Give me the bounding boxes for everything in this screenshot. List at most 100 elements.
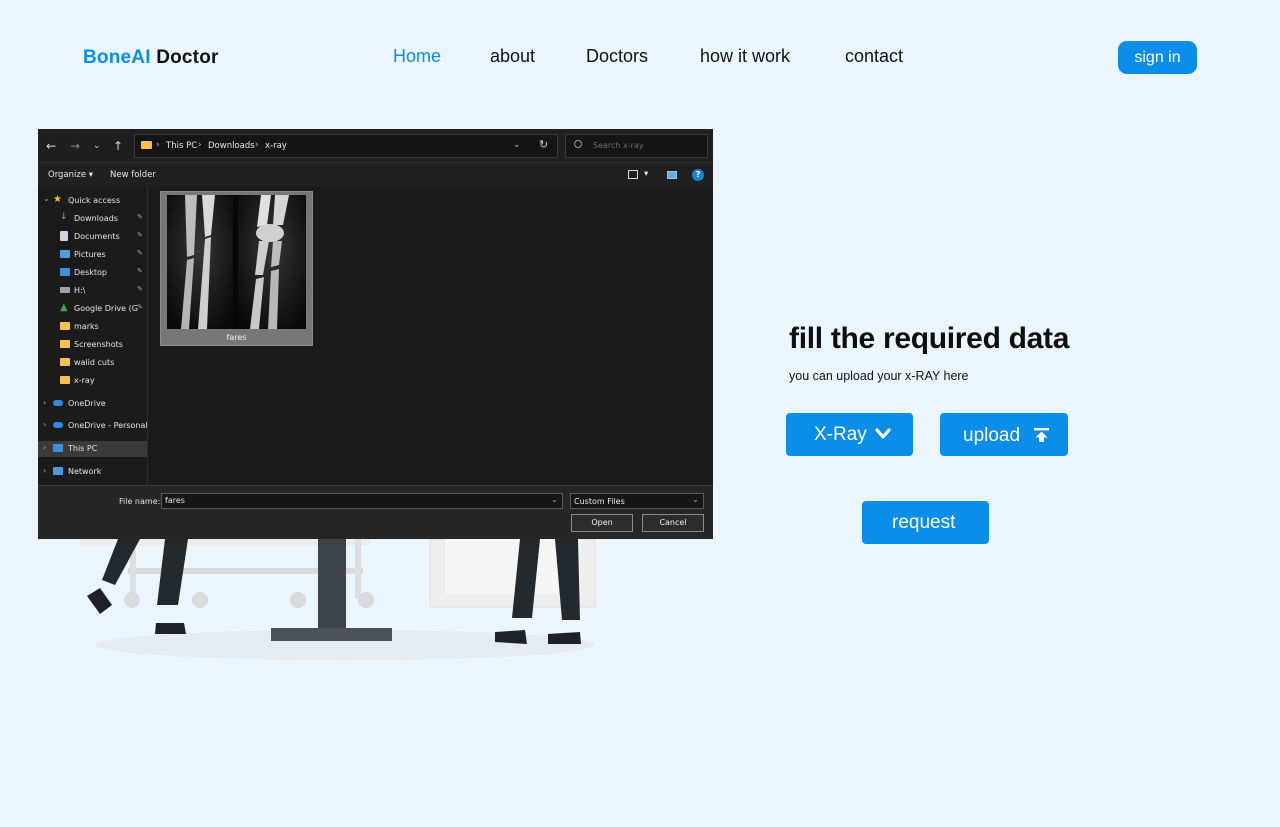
sidebar-item-onedrive-personal[interactable]: › OneDrive - Personal	[38, 418, 148, 434]
sidebar-item-h-drive[interactable]: H:\ ✎	[38, 283, 147, 299]
chevron-down-icon[interactable]: ⌄	[43, 194, 50, 203]
sidebar-label: marks	[74, 322, 99, 331]
shoe	[87, 588, 112, 614]
bed-wheel	[192, 592, 208, 608]
sidebar-item-quick-access[interactable]: ⌄ ★ Quick access	[38, 193, 147, 209]
sidebar-label: OneDrive	[68, 399, 106, 408]
request-button[interactable]: request	[862, 501, 989, 544]
pin-icon[interactable]: ✎	[137, 213, 143, 221]
refresh-icon[interactable]: ↻	[539, 138, 548, 151]
folder-icon	[141, 141, 152, 149]
chevron-down-icon[interactable]: ⌄	[551, 495, 558, 504]
pin-icon[interactable]: ✎	[137, 267, 143, 275]
view-dropdown-icon[interactable]: ▾	[644, 169, 648, 179]
xray-dropdown-button[interactable]: X-Ray	[786, 413, 913, 456]
sidebar-label: Network	[68, 467, 102, 476]
pin-icon[interactable]: ✎	[137, 231, 143, 239]
dialog-toolbar: Organize ▾ New folder ▾ ?	[38, 163, 713, 187]
upload-button[interactable]: upload	[940, 413, 1068, 456]
address-bar: ← → ⌄ ↑ › This PC › Downloads › x-ray ⌄ …	[38, 129, 713, 163]
onedrive-cloud-icon	[53, 400, 63, 406]
network-icon	[53, 467, 63, 475]
upload-label: upload	[963, 425, 1021, 446]
desktop-icon	[60, 268, 70, 276]
path-separator-icon: ›	[198, 140, 202, 150]
pictures-icon	[60, 250, 70, 258]
nav-about[interactable]: about	[490, 46, 535, 67]
nav-contact[interactable]: contact	[845, 46, 903, 67]
help-icon[interactable]: ?	[692, 169, 704, 181]
google-drive-icon: ▲	[60, 302, 68, 313]
sidebar-item-downloads[interactable]: ↓ Downloads ✎	[38, 211, 147, 227]
file-name-input[interactable]: fares ⌄	[161, 493, 563, 509]
page-title: fill the required data	[789, 322, 1070, 355]
chevron-right-icon[interactable]: ›	[43, 443, 46, 452]
forward-arrow-icon[interactable]: →	[70, 139, 80, 153]
path-x-ray[interactable]: x-ray	[265, 141, 287, 151]
sidebar-item-walid-cuts[interactable]: walid cuts	[38, 355, 147, 371]
sign-in-button[interactable]: sign in	[1118, 41, 1197, 74]
sidebar-item-screenshots[interactable]: Screenshots	[38, 337, 147, 353]
pin-icon[interactable]: ✎	[137, 249, 143, 257]
bed-wheel	[290, 592, 306, 608]
sidebar-item-pictures[interactable]: Pictures ✎	[38, 247, 147, 263]
sidebar-item-x-ray[interactable]: x-ray	[38, 373, 147, 389]
nav-how-it-work[interactable]: how it work	[700, 46, 790, 67]
monitor-stand	[318, 539, 346, 629]
path-separator-icon: ›	[255, 140, 259, 150]
bed-frame	[80, 539, 370, 546]
open-button[interactable]: Open	[571, 514, 633, 532]
chevron-right-icon[interactable]: ›	[43, 398, 46, 407]
search-box[interactable]: Search x-ray	[565, 134, 708, 158]
sidebar-item-network[interactable]: › Network	[38, 464, 147, 480]
sidebar-label: This PC	[68, 444, 98, 453]
pin-icon[interactable]: ✎	[137, 303, 143, 311]
chevron-right-icon[interactable]: ›	[43, 466, 46, 475]
sidebar-item-onedrive[interactable]: › OneDrive	[38, 396, 147, 412]
sidebar-label: Downloads	[74, 214, 118, 223]
sidebar-label: x-ray	[74, 376, 95, 385]
chevron-down-icon[interactable]: ⌄	[513, 140, 521, 150]
sidebar-item-marks[interactable]: marks	[38, 319, 147, 335]
preview-pane-icon[interactable]	[667, 171, 677, 179]
request-label: request	[892, 512, 956, 533]
sidebar-label: OneDrive - Personal	[68, 421, 148, 430]
bed-rail	[128, 568, 363, 574]
chevron-right-icon[interactable]: ›	[43, 420, 46, 429]
shoe	[548, 632, 581, 644]
new-folder-button[interactable]: New folder	[110, 170, 156, 180]
sidebar-item-documents[interactable]: Documents ✎	[38, 229, 147, 245]
sidebar-item-this-pc[interactable]: › This PC	[38, 441, 147, 457]
dialog-footer: File name: fares ⌄ Custom Files ⌄ Open C…	[38, 485, 713, 539]
path-downloads[interactable]: Downloads	[208, 141, 255, 151]
upload-arrow-icon	[1034, 428, 1049, 442]
logo[interactable]: BoneAI Doctor	[83, 47, 219, 69]
organize-button[interactable]: Organize ▾	[48, 170, 93, 180]
organize-label: Organize	[48, 170, 87, 180]
path-box[interactable]: › This PC › Downloads › x-ray ⌄	[134, 134, 558, 158]
back-arrow-icon[interactable]: ←	[46, 139, 56, 153]
path-this-pc[interactable]: This PC	[166, 141, 197, 151]
pin-icon[interactable]: ✎	[137, 285, 143, 293]
sidebar-item-desktop[interactable]: Desktop ✎	[38, 265, 147, 281]
up-arrow-icon[interactable]: ↑	[113, 139, 123, 153]
logo-bone-ai: BoneAI	[83, 47, 151, 68]
cancel-button[interactable]: Cancel	[642, 514, 704, 532]
page-subtitle: you can upload your x-RAY here	[789, 369, 969, 383]
shoe	[155, 623, 186, 634]
recent-chevron-icon[interactable]: ⌄	[93, 141, 101, 151]
folder-icon	[60, 376, 70, 384]
shoe	[495, 630, 527, 644]
sidebar-label: Desktop	[74, 268, 107, 277]
sidebar-label: Screenshots	[74, 340, 123, 349]
sidebar-label: Quick access	[68, 196, 121, 205]
navigation-pane: ⌄ ★ Quick access ↓ Downloads ✎ Documents…	[38, 187, 148, 485]
nav-doctors[interactable]: Doctors	[586, 46, 648, 67]
file-item[interactable]: fares	[160, 191, 313, 346]
view-icon[interactable]	[628, 170, 638, 179]
nav-home[interactable]: Home	[393, 46, 441, 67]
file-type-select[interactable]: Custom Files ⌄	[570, 493, 704, 509]
sidebar-item-google-drive[interactable]: ▲ Google Drive (G ✎	[38, 301, 147, 317]
file-open-dialog: ← → ⌄ ↑ › This PC › Downloads › x-ray ⌄ …	[38, 129, 713, 539]
folder-icon	[60, 340, 70, 348]
